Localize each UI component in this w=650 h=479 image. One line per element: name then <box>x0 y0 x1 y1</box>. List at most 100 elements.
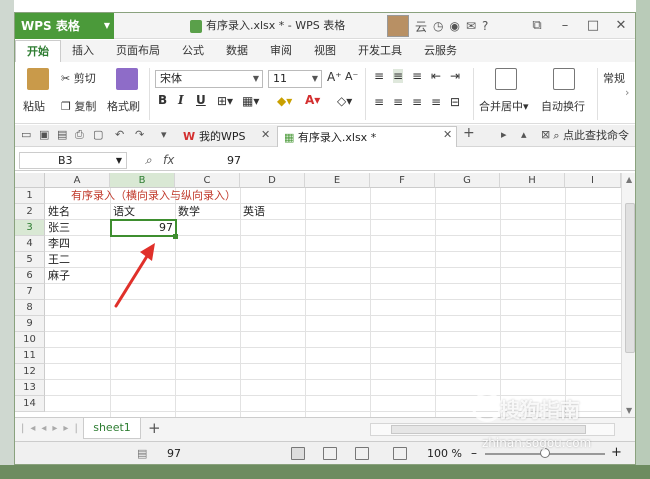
paste-button[interactable]: 粘贴 <box>23 98 45 114</box>
vertical-scroll-thumb[interactable] <box>625 203 635 353</box>
align-middle-icon[interactable]: ≡ <box>393 69 404 83</box>
tab-review[interactable]: 审阅 <box>259 40 303 62</box>
undo-icon[interactable]: ↶ <box>115 128 124 141</box>
align-center-icon[interactable]: ≡ <box>393 95 403 109</box>
horizontal-scroll-thumb[interactable] <box>391 425 586 434</box>
pdf-icon[interactable]: ▤ <box>57 128 67 141</box>
row-header[interactable]: 11 <box>15 348 45 364</box>
italic-button[interactable]: I <box>178 93 184 107</box>
close-icon[interactable]: ✕ <box>443 128 452 141</box>
tab-view[interactable]: 视图 <box>303 40 347 62</box>
collapse-icon[interactable]: ▴ <box>521 128 527 141</box>
normal-view-icon[interactable] <box>291 447 305 460</box>
justify-icon[interactable]: ≡ <box>431 95 441 109</box>
column-header-i[interactable]: I <box>565 173 621 188</box>
copy-button[interactable]: ❐ 复制 <box>61 98 96 114</box>
select-all-corner[interactable] <box>15 173 45 188</box>
cell-b3[interactable]: 97 <box>111 220 175 236</box>
horizontal-scrollbar[interactable] <box>370 423 615 436</box>
row-header[interactable]: 12 <box>15 364 45 380</box>
formula-input[interactable]: 97 <box>227 154 241 167</box>
page-break-view-icon[interactable] <box>355 447 369 460</box>
user-area[interactable]: 云 ◷ ◉ ✉ ? <box>387 15 488 37</box>
feedback-icon[interactable]: ◉ <box>450 19 460 33</box>
merge-center-button[interactable]: 合并居中▾ <box>479 98 529 114</box>
fill-handle[interactable] <box>173 234 178 239</box>
column-header-c[interactable]: C <box>175 173 240 188</box>
row-header[interactable]: 7 <box>15 284 45 300</box>
print-icon[interactable]: ⎙ <box>75 128 84 142</box>
vertical-scrollbar[interactable]: ▲ ▼ <box>621 173 635 417</box>
column-header-b[interactable]: B <box>110 173 175 188</box>
cut-button[interactable]: ✂ 剪切 <box>61 70 96 86</box>
merge-cells-icon[interactable] <box>495 68 517 90</box>
close-icon[interactable]: ✕ <box>261 128 270 141</box>
row-header[interactable]: 10 <box>15 332 45 348</box>
row-header[interactable]: 6 <box>15 268 45 284</box>
maximize-icon[interactable]: □ <box>579 13 607 39</box>
cell-a3[interactable]: 张三 <box>46 220 70 236</box>
skin-icon[interactable]: ✉ <box>466 19 476 33</box>
scroll-up-icon[interactable]: ▲ <box>626 175 632 184</box>
row-header[interactable]: 9 <box>15 316 45 332</box>
tab-page-layout[interactable]: 页面布局 <box>105 40 171 62</box>
cell-b2[interactable]: 语文 <box>111 204 135 220</box>
tab-data[interactable]: 数据 <box>215 40 259 62</box>
align-left-icon[interactable]: ≡ <box>374 95 384 109</box>
row-header[interactable]: 5 <box>15 252 45 268</box>
borders-icon[interactable]: ⊞▾ <box>217 94 233 108</box>
align-bottom-icon[interactable]: ≡ <box>412 69 422 83</box>
row-header[interactable]: 14 <box>15 396 45 412</box>
decrease-font-icon[interactable]: A⁻ <box>345 70 358 83</box>
zoom-icon[interactable]: ⌕ <box>145 153 152 168</box>
redo-icon[interactable]: ↷ <box>135 128 144 141</box>
column-header-h[interactable]: H <box>500 173 565 188</box>
close-icon[interactable]: ✕ <box>607 13 635 39</box>
number-format-select[interactable]: 常规 <box>603 70 625 86</box>
cell-c2[interactable]: 数学 <box>176 204 200 220</box>
row-header[interactable]: 13 <box>15 380 45 396</box>
row-header[interactable]: 8 <box>15 300 45 316</box>
row-header[interactable]: 2 <box>15 204 45 220</box>
reading-mode-icon[interactable] <box>393 447 407 460</box>
bold-button[interactable]: B <box>158 93 167 107</box>
add-tab-icon[interactable]: + <box>463 125 475 141</box>
row-header[interactable]: 3 <box>15 220 45 236</box>
cell-a4[interactable]: 李四 <box>46 236 70 252</box>
command-search[interactable]: ⌕ 点此查找命令 <box>553 126 629 146</box>
tab-formulas[interactable]: 公式 <box>171 40 215 62</box>
font-color-icon[interactable]: A▾ <box>305 93 320 107</box>
font-name-select[interactable]: 宋体 ▼ <box>155 70 263 88</box>
tab-my-wps[interactable]: W 我的WPS <box>177 126 251 147</box>
column-header-g[interactable]: G <box>435 173 500 188</box>
add-sheet-icon[interactable]: + <box>148 419 161 437</box>
column-header-f[interactable]: F <box>370 173 435 188</box>
help-icon[interactable]: ? <box>482 19 488 33</box>
tab-list-icon[interactable]: ▸ <box>501 128 507 141</box>
zoom-in-icon[interactable]: + <box>611 445 622 460</box>
cell-a2[interactable]: 姓名 <box>46 204 70 220</box>
folder-icon[interactable]: ▭ <box>21 128 31 141</box>
fill-color-icon[interactable]: ▦▾ <box>242 94 259 108</box>
row-header[interactable]: 4 <box>15 236 45 252</box>
cell-a6[interactable]: 麻子 <box>46 268 70 284</box>
distributed-icon[interactable]: ⊟ <box>450 95 460 109</box>
settings-icon[interactable]: ⊠ <box>541 128 550 141</box>
column-header-e[interactable]: E <box>305 173 370 188</box>
indent-decrease-icon[interactable]: ⇤ <box>431 69 441 83</box>
print-preview-icon[interactable]: ▢ <box>93 128 103 141</box>
zoom-out-icon[interactable]: – <box>471 446 477 460</box>
column-header-a[interactable]: A <box>45 173 110 188</box>
underline-button[interactable]: U <box>196 93 206 107</box>
sheet-nav-arrows-icon[interactable]: |◂◂▸▸| <box>21 423 84 434</box>
cell-d2[interactable]: 英语 <box>241 204 265 220</box>
function-icon[interactable]: fx <box>163 153 174 167</box>
tab-developer[interactable]: 开发工具 <box>347 40 413 62</box>
tab-cloud[interactable]: 云服务 <box>413 40 468 62</box>
font-size-select[interactable]: 11 ▼ <box>268 70 322 88</box>
align-top-icon[interactable]: ≡ <box>374 69 384 83</box>
zoom-level[interactable]: 100 % <box>427 447 462 460</box>
cell-a5[interactable]: 王二 <box>46 252 70 268</box>
align-right-icon[interactable]: ≡ <box>412 95 422 109</box>
customize-icon[interactable]: ▾ <box>161 128 167 141</box>
